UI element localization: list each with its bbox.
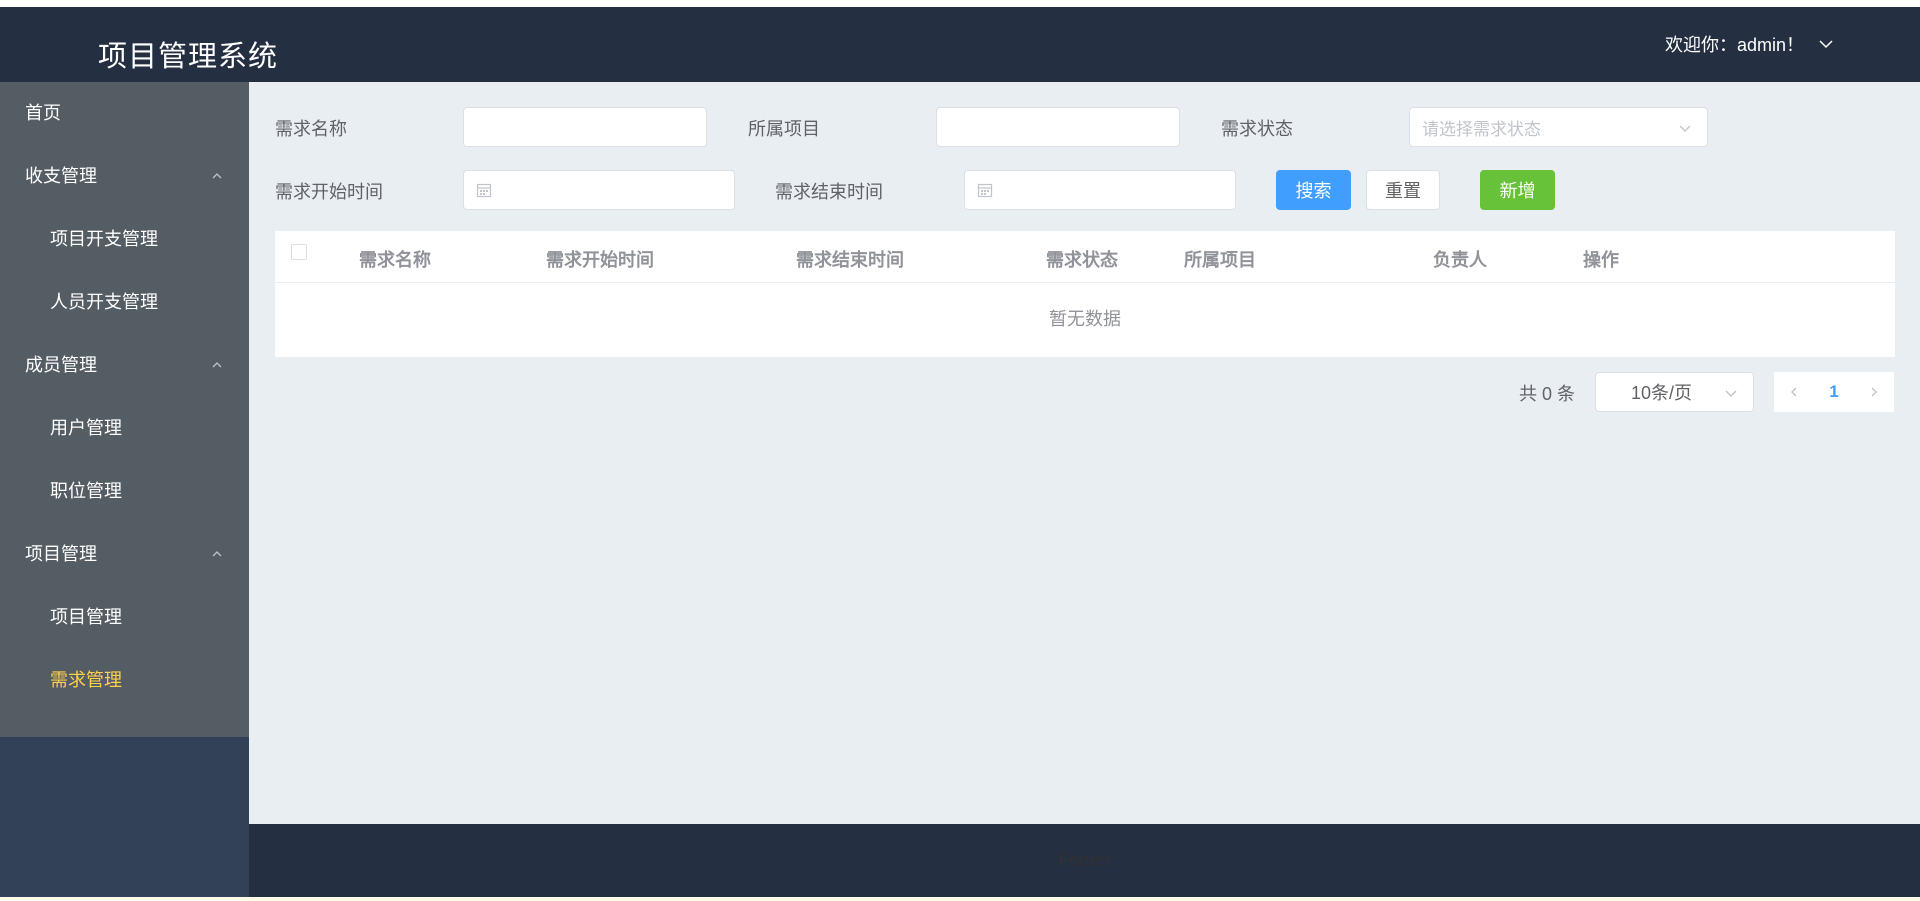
column-header-owner[interactable]: 负责人 — [1433, 246, 1487, 272]
status-select-placeholder: 请选择需求状态 — [1422, 119, 1541, 139]
requirements-table: 需求名称 需求开始时间 需求结束时间 需求状态 所属项目 负责人 操作 暂无数据 — [275, 231, 1895, 357]
page-size-value: 10条/页 — [1631, 383, 1693, 403]
calendar-icon — [476, 182, 492, 198]
chevron-up-icon — [211, 359, 223, 371]
sidebar-item-staff-expense[interactable]: 人员开支管理 — [0, 271, 249, 334]
sidebar-item-label: 项目管理 — [50, 607, 122, 627]
end-time-input[interactable] — [964, 170, 1236, 210]
project-label: 所属项目 — [748, 119, 820, 139]
status-label: 需求状态 — [1221, 119, 1293, 139]
column-header-project[interactable]: 所属项目 — [1184, 246, 1256, 272]
project-input[interactable] — [936, 107, 1180, 147]
page-size-select[interactable]: 10条/页 — [1595, 372, 1754, 412]
column-header-actions[interactable]: 操作 — [1583, 246, 1619, 272]
select-all-checkbox[interactable] — [291, 244, 307, 260]
sidebar-item-projects[interactable]: 项目管理 — [0, 586, 249, 649]
add-button[interactable]: 新增 — [1480, 170, 1555, 210]
sidebar-item-label: 需求管理 — [50, 670, 122, 690]
reset-button[interactable]: 重置 — [1366, 170, 1440, 210]
chevron-up-icon — [211, 170, 223, 182]
app-header: 项目管理系统 欢迎你：admin！ — [0, 7, 1920, 82]
start-time-label: 需求开始时间 — [275, 182, 383, 202]
sidebar-item-label: 用户管理 — [50, 418, 122, 438]
sidebar-item-users[interactable]: 用户管理 — [0, 397, 249, 460]
chevron-up-icon — [211, 548, 223, 560]
calendar-icon — [977, 182, 993, 198]
column-header-end-time[interactable]: 需求结束时间 — [796, 246, 904, 272]
pagination-total: 共 0 条 — [1519, 384, 1576, 404]
sidebar: 首页 收支管理 项目开支管理 人员开支管理 成员管理 用户管理 职位管理 项目管… — [0, 82, 249, 897]
sidebar-item-members[interactable]: 成员管理 — [0, 334, 249, 397]
end-time-label: 需求结束时间 — [775, 182, 883, 202]
chevron-left-icon — [1788, 386, 1800, 398]
search-button[interactable]: 搜索 — [1276, 170, 1351, 210]
column-header-status[interactable]: 需求状态 — [1046, 246, 1118, 272]
prev-page-button[interactable] — [1774, 372, 1814, 412]
sidebar-item-positions[interactable]: 职位管理 — [0, 460, 249, 523]
sidebar-item-label: 成员管理 — [25, 355, 97, 375]
bottom-line — [0, 897, 1920, 901]
sidebar-item-project-group[interactable]: 项目管理 — [0, 523, 249, 586]
sidebar-item-label: 首页 — [25, 103, 61, 123]
top-strip — [0, 0, 1920, 7]
sidebar-item-label: 项目开支管理 — [50, 229, 158, 249]
chevron-down-icon — [1818, 36, 1834, 52]
sidebar-item-label: 职位管理 — [50, 481, 122, 501]
user-menu[interactable]: 欢迎你：admin！ — [1665, 31, 1834, 57]
page-footer: Footer — [249, 824, 1920, 897]
status-select[interactable]: 请选择需求状态 — [1409, 107, 1708, 147]
sidebar-item-label: 项目管理 — [25, 544, 97, 564]
page-number-1[interactable]: 1 — [1814, 372, 1854, 412]
sidebar-item-label: 收支管理 — [25, 166, 97, 186]
sidebar-item-label: 人员开支管理 — [50, 292, 158, 312]
next-page-button[interactable] — [1854, 372, 1894, 412]
chevron-down-icon — [1677, 120, 1693, 136]
sidebar-item-requirements[interactable]: 需求管理 — [0, 649, 249, 712]
chevron-down-icon — [1723, 385, 1739, 401]
column-header-start-time[interactable]: 需求开始时间 — [546, 246, 654, 272]
sidebar-item-home[interactable]: 首页 — [0, 82, 249, 145]
sidebar-item-project-expense[interactable]: 项目开支管理 — [0, 208, 249, 271]
footer-text: Footer — [1058, 850, 1111, 870]
table-header: 需求名称 需求开始时间 需求结束时间 需求状态 所属项目 负责人 操作 — [275, 231, 1895, 283]
sidebar-menu: 首页 收支管理 项目开支管理 人员开支管理 成员管理 用户管理 职位管理 项目管… — [0, 82, 249, 737]
user-greeting: 欢迎你：admin！ — [1664, 35, 1804, 55]
app-title: 项目管理系统 — [98, 41, 279, 73]
requirement-name-input[interactable] — [463, 107, 707, 147]
table-empty-text: 暂无数据 — [1049, 309, 1121, 329]
column-header-name[interactable]: 需求名称 — [359, 246, 431, 272]
requirement-name-label: 需求名称 — [275, 119, 347, 139]
sidebar-item-finance[interactable]: 收支管理 — [0, 145, 249, 208]
start-time-input[interactable] — [463, 170, 735, 210]
chevron-right-icon — [1868, 386, 1880, 398]
